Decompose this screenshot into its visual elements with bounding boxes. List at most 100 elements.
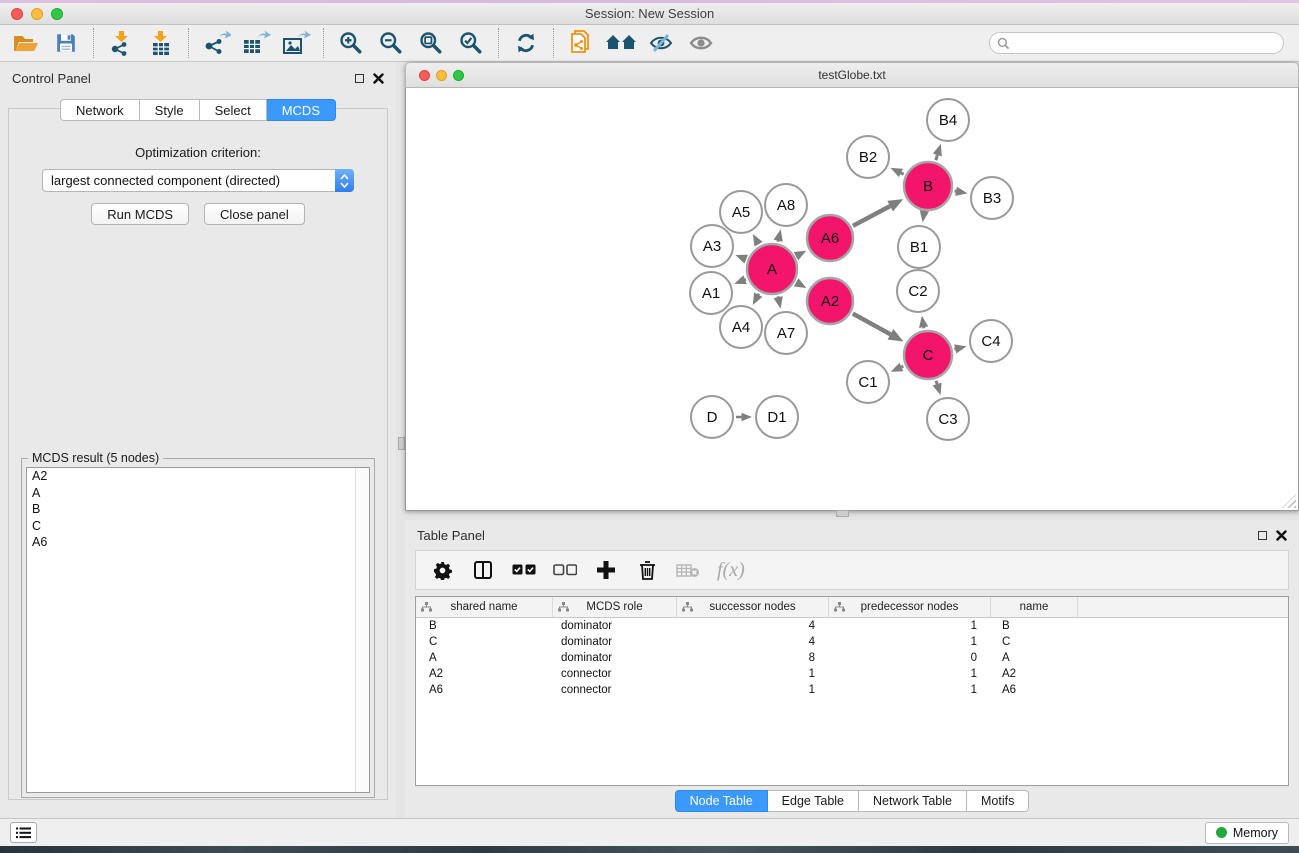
save-session-button[interactable] [46, 28, 86, 59]
show-columns-button[interactable] [469, 556, 497, 584]
graph-edge[interactable] [936, 155, 938, 160]
tab-mcds[interactable]: MCDS [267, 99, 336, 121]
zoom-selected-button[interactable] [451, 28, 491, 59]
tab-style[interactable]: Style [140, 99, 200, 121]
tab-network[interactable]: Network [60, 99, 140, 121]
mcds-result-item[interactable]: B [27, 501, 369, 518]
graph-node-label[interactable]: A [767, 261, 777, 278]
select-all-button[interactable] [510, 556, 538, 584]
tab-motifs[interactable]: Motifs [967, 790, 1029, 812]
graph-edge-arrow-icon[interactable] [735, 255, 748, 264]
graph-edge[interactable] [901, 366, 903, 367]
graph-edge[interactable] [936, 381, 937, 384]
close-panel-button[interactable]: Close panel [204, 203, 305, 225]
graph-node-label[interactable]: B3 [983, 190, 1001, 207]
graph-node-label[interactable]: C4 [981, 333, 1000, 350]
float-panel-icon[interactable] [355, 74, 364, 83]
tab-select[interactable]: Select [200, 99, 267, 121]
import-table-button[interactable] [141, 28, 181, 59]
tab-node-table[interactable]: Node Table [675, 790, 768, 812]
list-scrollbar[interactable] [355, 468, 369, 792]
column-header-MCDS-role[interactable]: MCDS role [553, 597, 677, 617]
close-panel-icon[interactable] [1276, 530, 1287, 541]
graph-edge-arrow-icon[interactable] [933, 383, 942, 395]
graph-edge[interactable] [758, 294, 759, 295]
table-row[interactable]: Cdominator41C [416, 634, 1288, 650]
graph-node-label[interactable]: C2 [908, 283, 927, 300]
refresh-button[interactable] [506, 28, 546, 59]
graph-edge-arrow-icon[interactable] [742, 413, 753, 422]
graph-edge-arrow-icon[interactable] [920, 210, 929, 222]
delete-column-button[interactable] [633, 556, 661, 584]
export-network-button[interactable] [196, 28, 236, 59]
panel-splitter-handle[interactable] [836, 510, 849, 517]
graph-edge[interactable] [901, 173, 904, 174]
tab-network-table[interactable]: Network Table [859, 790, 967, 812]
graph-edge-arrow-icon[interactable] [955, 187, 967, 196]
graph-edge-arrow-icon[interactable] [933, 144, 942, 156]
graph-edge-arrow-icon[interactable] [734, 275, 747, 284]
toolbar-search[interactable] [989, 32, 1284, 54]
graph-edge-arrow-icon[interactable] [774, 296, 783, 308]
graph-node-label[interactable]: A8 [777, 197, 795, 214]
column-header-successor-nodes[interactable]: successor nodes [677, 597, 829, 617]
network-graph[interactable]: B4B2BB3A5A8A6A3B1AC2A1A2A4A7CC4C1C3DD1 [406, 88, 1298, 510]
memory-button[interactable]: Memory [1205, 822, 1289, 844]
graph-edge-arrow-icon[interactable] [753, 234, 763, 246]
minimize-window-button[interactable] [31, 8, 43, 20]
float-panel-icon[interactable] [1258, 531, 1267, 540]
duplicate-network-button[interactable] [561, 28, 601, 59]
zoom-out-button[interactable] [371, 28, 411, 59]
graph-node-label[interactable]: B2 [859, 149, 877, 166]
function-builder-button[interactable]: f(x) [715, 556, 745, 584]
settings-gear-button[interactable] [428, 556, 456, 584]
delete-table-button[interactable] [674, 556, 702, 584]
table-row[interactable]: Adominator80A [416, 650, 1288, 666]
graph-node-label[interactable]: B4 [939, 112, 957, 129]
table-row[interactable]: A6connector11A6 [416, 682, 1288, 698]
graph-node-label[interactable]: A4 [732, 319, 750, 336]
show-all-button[interactable] [681, 28, 721, 59]
table-row[interactable]: A2connector11A2 [416, 666, 1288, 682]
minimize-view-button[interactable] [436, 70, 447, 81]
deselect-all-button[interactable] [551, 556, 579, 584]
graph-node-label[interactable]: D [707, 409, 718, 426]
export-image-button[interactable] [276, 28, 316, 59]
graph-node-label[interactable]: B [923, 178, 933, 195]
node-table[interactable]: shared nameMCDS rolesuccessor nodesprede… [415, 596, 1289, 786]
graph-node-label[interactable]: A5 [732, 204, 750, 221]
graph-edge-arrow-icon[interactable] [891, 168, 903, 177]
mcds-result-list[interactable]: A2ABCA6 [26, 467, 370, 793]
close-window-button[interactable] [11, 8, 23, 20]
graph-node-label[interactable]: A1 [702, 285, 720, 302]
home-layout-button[interactable] [601, 28, 641, 59]
graph-edge-arrow-icon[interactable] [919, 316, 928, 328]
graph-node-label[interactable]: D1 [767, 409, 786, 426]
zoom-fit-button[interactable] [411, 28, 451, 59]
mcds-result-item[interactable]: C [27, 518, 369, 535]
mcds-result-item[interactable]: A [27, 485, 369, 502]
network-canvas[interactable]: B4B2BB3A5A8A6A3B1AC2A1A2A4A7CC4C1C3DD1 [405, 88, 1299, 511]
graph-edge-arrow-icon[interactable] [891, 363, 904, 372]
graph-node-label[interactable]: B1 [910, 239, 928, 256]
zoom-view-button[interactable] [453, 70, 464, 81]
open-file-button[interactable] [6, 28, 46, 59]
import-network-button[interactable] [101, 28, 141, 59]
export-table-button[interactable] [236, 28, 276, 59]
mcds-result-item[interactable]: A2 [27, 468, 369, 485]
run-mcds-button[interactable]: Run MCDS [91, 203, 189, 225]
graph-edge-arrow-icon[interactable] [954, 344, 966, 353]
graph-edge[interactable] [853, 206, 890, 226]
mcds-result-item[interactable]: A6 [27, 534, 369, 551]
graph-edge-arrow-icon[interactable] [753, 293, 763, 305]
close-panel-icon[interactable] [373, 73, 384, 84]
zoom-window-button[interactable] [51, 8, 63, 20]
column-header-name[interactable]: name [991, 597, 1078, 617]
hide-selected-button[interactable] [641, 28, 681, 59]
graph-node-label[interactable]: A2 [821, 293, 839, 310]
column-header-shared-name[interactable]: shared name [416, 597, 553, 617]
zoom-in-button[interactable] [331, 28, 371, 59]
graph-node-label[interactable]: A7 [777, 325, 795, 342]
graph-node-label[interactable]: A3 [703, 238, 721, 255]
graph-node-label[interactable]: A6 [821, 230, 839, 247]
